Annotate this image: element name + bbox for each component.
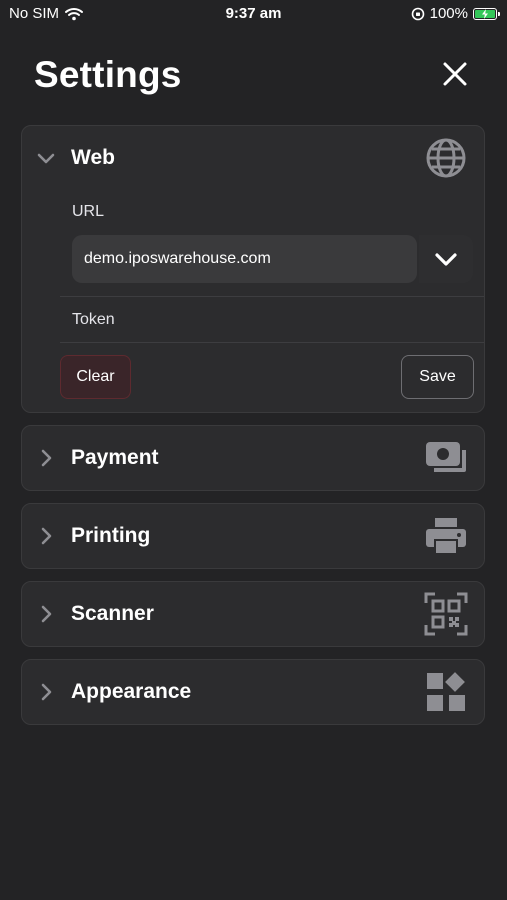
url-label: URL bbox=[72, 203, 105, 220]
chevron-down-icon bbox=[435, 253, 457, 266]
printing-section[interactable]: Printing bbox=[21, 503, 485, 569]
url-dropdown-button[interactable] bbox=[419, 235, 473, 283]
web-section-header[interactable]: Web bbox=[22, 126, 484, 190]
payment-section-title: Payment bbox=[71, 446, 159, 469]
page-title: Settings bbox=[34, 54, 182, 95]
status-right: 100% bbox=[411, 5, 500, 22]
close-icon bbox=[443, 62, 467, 86]
appearance-section-title: Appearance bbox=[71, 680, 192, 703]
url-input[interactable]: demo.iposwarehouse.com bbox=[72, 235, 417, 283]
close-button[interactable] bbox=[437, 56, 473, 92]
battery-icon bbox=[473, 7, 500, 20]
battery-percent: 100% bbox=[429, 5, 468, 22]
orientation-lock-icon bbox=[411, 7, 424, 20]
scanner-section[interactable]: Scanner bbox=[21, 581, 485, 647]
divider bbox=[60, 342, 484, 343]
qr-scan-icon bbox=[424, 592, 468, 636]
token-label: Token bbox=[72, 311, 115, 328]
printer-icon bbox=[426, 518, 466, 555]
printing-section-title: Printing bbox=[71, 524, 151, 547]
apps-icon bbox=[427, 672, 465, 711]
status-bar: No SIM 9:37 am 100% bbox=[0, 0, 507, 28]
web-section-title: Web bbox=[71, 146, 115, 169]
chevron-down-icon bbox=[37, 153, 55, 164]
chevron-right-icon bbox=[41, 605, 52, 623]
clear-button[interactable]: Clear bbox=[60, 355, 131, 399]
globe-icon bbox=[426, 138, 466, 178]
scanner-section-title: Scanner bbox=[71, 602, 154, 625]
chevron-right-icon bbox=[41, 683, 52, 701]
chevron-right-icon bbox=[41, 449, 52, 467]
divider bbox=[60, 296, 484, 297]
payment-section[interactable]: Payment bbox=[21, 425, 485, 491]
payment-icon bbox=[426, 442, 466, 472]
save-button[interactable]: Save bbox=[401, 355, 474, 399]
web-section: Web URL demo.iposwarehouse.com Token Cle… bbox=[21, 125, 485, 413]
appearance-section[interactable]: Appearance bbox=[21, 659, 485, 725]
chevron-right-icon bbox=[41, 527, 52, 545]
